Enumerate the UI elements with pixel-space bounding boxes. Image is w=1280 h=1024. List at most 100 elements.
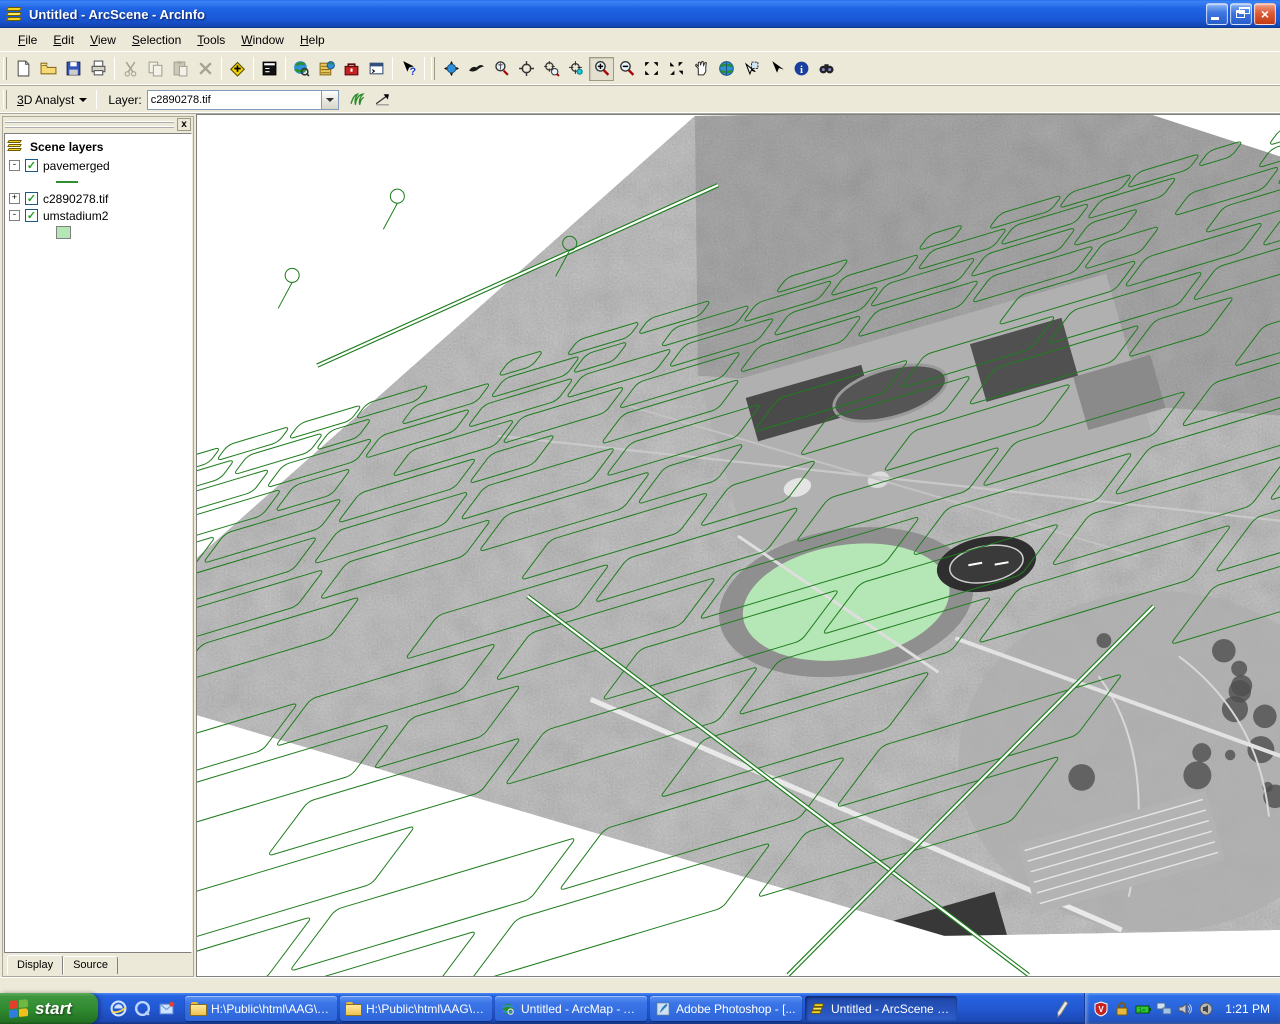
arcscene-layers-icon: [810, 1002, 826, 1016]
windows-flag-icon: [9, 998, 29, 1018]
print-button[interactable]: [86, 57, 111, 81]
whats-this-help-button[interactable]: ?: [396, 57, 421, 81]
center-on-target-button[interactable]: [514, 57, 539, 81]
arcmap-icon: [293, 60, 310, 77]
copy-button[interactable]: [143, 57, 168, 81]
zoom-out-button[interactable]: [614, 57, 639, 81]
restore-button[interactable]: [1230, 3, 1252, 25]
launch-arccatalog-button[interactable]: [314, 57, 339, 81]
fixed-zoom-in-button[interactable]: [639, 57, 664, 81]
tab-display[interactable]: Display: [7, 955, 63, 975]
layer-checkbox[interactable]: ✓: [25, 192, 38, 205]
zoom-to-target-button[interactable]: [539, 57, 564, 81]
add-data-button[interactable]: [225, 57, 250, 81]
identify-button[interactable]: i: [789, 57, 814, 81]
toolbar-grip[interactable]: [3, 90, 7, 109]
pan-button[interactable]: [689, 57, 714, 81]
minimize-button[interactable]: [1206, 3, 1228, 25]
expand-toggle-icon[interactable]: +: [9, 193, 20, 204]
toolbar-grip[interactable]: [431, 57, 435, 80]
menu-view[interactable]: View: [82, 30, 124, 50]
paste-button[interactable]: [168, 57, 193, 81]
network-icon[interactable]: [1156, 1001, 1172, 1017]
menu-tools[interactable]: Tools: [189, 30, 233, 50]
outlook-express-icon[interactable]: [158, 1000, 175, 1017]
fixed-zoom-out-icon: [668, 60, 685, 77]
create-steepest-path-button[interactable]: [370, 88, 395, 112]
launch-arctoolbox-button[interactable]: [339, 57, 364, 81]
navigate-button[interactable]: [439, 57, 464, 81]
scene-layers-header[interactable]: Scene layers: [7, 138, 189, 155]
find-icon: [818, 60, 835, 77]
taskbar-button-arcscene[interactable]: Untitled - ArcScene - ...: [805, 996, 957, 1021]
task-buttons: H:\Public\html\AAG\C... H:\Public\html\A…: [185, 993, 1052, 1024]
menu-edit[interactable]: Edit: [45, 30, 82, 50]
cut-button[interactable]: [118, 57, 143, 81]
fixed-zoom-out-button[interactable]: [664, 57, 689, 81]
internet-explorer-icon[interactable]: [110, 1000, 127, 1017]
layer-item-c2890278[interactable]: + ✓ c2890278.tif: [7, 190, 189, 207]
photoshop-icon: [655, 1002, 671, 1016]
speaker-icon[interactable]: [1177, 1001, 1193, 1017]
analyst-menu-button[interactable]: 3D Analyst: [11, 91, 93, 109]
menu-file[interactable]: File: [10, 30, 45, 50]
line-symbol-swatch[interactable]: [56, 181, 78, 183]
menu-bar: File Edit View Selection Tools Window He…: [0, 28, 1280, 52]
title-bar[interactable]: Untitled - ArcScene - ArcInfo ×: [0, 0, 1280, 28]
tab-source[interactable]: Source: [63, 956, 118, 974]
taskbar-button-arcmap[interactable]: Untitled - ArcMap - Ar...: [495, 996, 647, 1021]
toc-window-button[interactable]: [257, 57, 282, 81]
find-button[interactable]: [814, 57, 839, 81]
quicktime-icon[interactable]: [134, 1000, 151, 1017]
observer-point-button[interactable]: [564, 57, 589, 81]
layer-item-pavemerged[interactable]: - ✓ pavemerged: [7, 157, 189, 174]
zoom-in-button[interactable]: [589, 57, 614, 81]
delete-button[interactable]: [193, 57, 218, 81]
open-button[interactable]: [36, 57, 61, 81]
taskbar-button-folder-2[interactable]: H:\Public\html\AAG\C...: [340, 996, 492, 1021]
minimize-icon: [1211, 17, 1219, 20]
taskbar-button-folder-1[interactable]: H:\Public\html\AAG\C...: [185, 996, 337, 1021]
command-window-button[interactable]: [364, 57, 389, 81]
launch-arcmap-button[interactable]: [289, 57, 314, 81]
full-extent-button[interactable]: [714, 57, 739, 81]
battery-meter-icon[interactable]: 1=: [1135, 1001, 1151, 1017]
fill-symbol-swatch[interactable]: [56, 226, 71, 239]
toolbar-grip[interactable]: [3, 57, 7, 80]
layer-checkbox[interactable]: ✓: [25, 159, 38, 172]
scene-render[interactable]: [197, 115, 1280, 976]
antivirus-shield-icon[interactable]: V: [1093, 1001, 1109, 1017]
menu-selection[interactable]: Selection: [124, 30, 189, 50]
menu-help[interactable]: Help: [292, 30, 333, 50]
close-button[interactable]: ×: [1254, 3, 1276, 25]
toc-layer-tree[interactable]: Scene layers - ✓ pavemerged + ✓ c2890278…: [4, 133, 192, 953]
select-graphics-button[interactable]: [739, 57, 764, 81]
volume-device-icon[interactable]: [1198, 1001, 1214, 1017]
start-button[interactable]: start: [0, 993, 98, 1024]
toc-drag-handle[interactable]: [5, 121, 174, 128]
layer-item-umstadium2[interactable]: - ✓ umstadium2: [7, 207, 189, 224]
layer-combo-value[interactable]: [148, 94, 321, 106]
fly-button[interactable]: [464, 57, 489, 81]
new-button[interactable]: [11, 57, 36, 81]
create-contours-button[interactable]: [345, 88, 370, 112]
layer-checkbox[interactable]: ✓: [25, 209, 38, 222]
menu-window[interactable]: Window: [233, 30, 292, 50]
zoom-in-out-icon: [493, 60, 510, 77]
layer-combo-dropdown-button[interactable]: [321, 91, 338, 109]
taskbar-button-photoshop[interactable]: Adobe Photoshop - [...: [650, 996, 802, 1021]
toc-close-button[interactable]: x: [177, 118, 191, 131]
layer-combobox[interactable]: [147, 90, 339, 110]
analyst-toolbar: 3D Analyst Layer:: [0, 86, 1280, 114]
arcmap-globe-icon: [500, 1002, 516, 1016]
taskbar-clock[interactable]: 1:21 PM: [1225, 1002, 1270, 1016]
collapse-toggle-icon[interactable]: -: [9, 160, 20, 171]
scene-3d-viewport[interactable]: [196, 114, 1280, 977]
save-button[interactable]: [61, 57, 86, 81]
language-pen-icon[interactable]: [1056, 999, 1070, 1019]
select-features-button[interactable]: [764, 57, 789, 81]
padlock-icon[interactable]: [1114, 1001, 1130, 1017]
center-on-target-icon: [518, 60, 535, 77]
zoom-in-out-button[interactable]: [489, 57, 514, 81]
collapse-toggle-icon[interactable]: -: [9, 210, 20, 221]
